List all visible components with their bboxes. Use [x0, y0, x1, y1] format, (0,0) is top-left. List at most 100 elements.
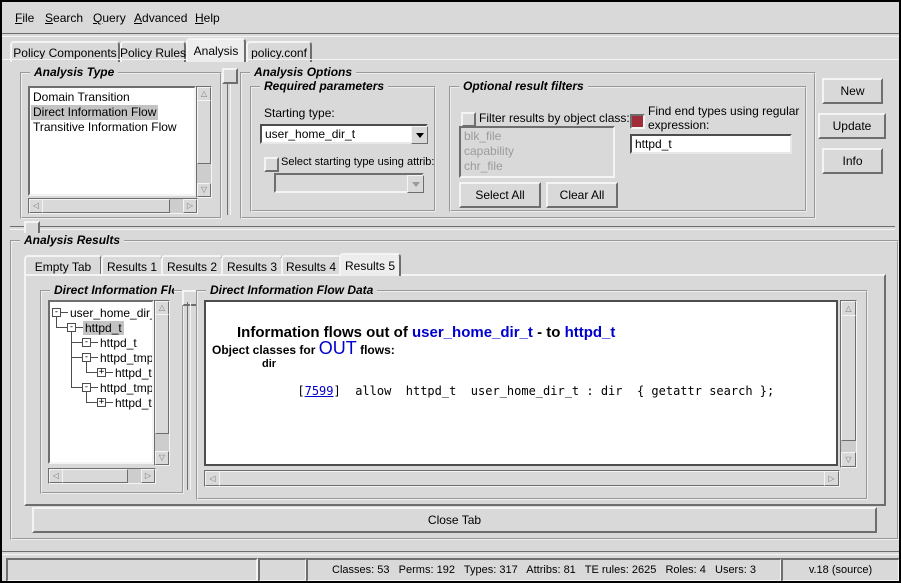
regex-input[interactable]	[630, 134, 792, 154]
tree-connector	[71, 387, 82, 388]
analysis-type-title: Analysis Type	[30, 65, 118, 79]
expander-plus-icon[interactable]: +	[97, 368, 106, 377]
tab-empty[interactable]: Empty Tab	[24, 255, 102, 276]
update-button[interactable]: Update	[818, 113, 886, 139]
scroll-thumb[interactable]	[42, 199, 170, 213]
analysis-options-title: Analysis Options	[250, 65, 356, 79]
analysis-type-vscrollbar[interactable]: △ ▽	[196, 86, 212, 198]
expander-minus-icon[interactable]: -	[82, 383, 91, 392]
policy-stats: Classes: 53 Perms: 192 Types: 317 Attrib…	[332, 564, 756, 576]
object-class-filter-checkbox[interactable]	[461, 112, 476, 127]
attrib-combobox-disabled	[274, 173, 424, 193]
tree-node[interactable]: -user_home_dir_t	[52, 305, 154, 320]
menu-file[interactable]: File	[15, 11, 34, 25]
tree-connector	[71, 342, 82, 343]
scroll-left-icon[interactable]: ◁	[205, 471, 220, 486]
scroll-right-icon[interactable]: ▷	[183, 199, 197, 213]
flow-tree-title: Direct Information Flow T	[50, 283, 174, 297]
scroll-thumb[interactable]	[841, 315, 856, 441]
tree-connector	[56, 327, 67, 328]
tree-connector	[71, 330, 72, 387]
pane-sash-vertical[interactable]	[187, 302, 191, 490]
list-item[interactable]: Domain Transition	[31, 90, 132, 105]
tree-node[interactable]: -httpd_tmp_t	[82, 350, 154, 365]
scroll-down-icon[interactable]: ▽	[841, 452, 856, 467]
expander-minus-icon[interactable]: -	[52, 308, 61, 317]
scroll-thumb[interactable]	[155, 314, 169, 434]
status-version-cell: v.18 (source)	[781, 558, 900, 582]
expander-minus-icon[interactable]: -	[82, 338, 91, 347]
expander-plus-icon[interactable]: +	[97, 398, 106, 407]
flow-tree-vscrollbar[interactable]: △ ▽	[154, 300, 170, 466]
tab-results-2[interactable]: Results 2	[161, 255, 223, 276]
analysis-type-hscrollbar[interactable]: ◁ ▷	[28, 198, 198, 214]
object-class-item: capability	[461, 144, 613, 159]
scroll-down-icon[interactable]: ▽	[155, 451, 169, 465]
menu-search[interactable]: Search	[45, 11, 83, 25]
regex-checkbox[interactable]	[630, 114, 645, 129]
flow-tree[interactable]: -user_home_dir_t -httpd_t -httpd_t -http…	[48, 300, 154, 464]
tab-results-3[interactable]: Results 3	[221, 255, 283, 276]
tree-connector	[86, 372, 97, 373]
scroll-right-icon[interactable]: ▷	[824, 471, 839, 486]
close-tab-button[interactable]: Close Tab	[32, 507, 877, 533]
list-item[interactable]: Transitive Information Flow	[31, 120, 179, 135]
regex-checkbox-label: Find end types using regular expression:	[648, 104, 799, 132]
flow-data-vscrollbar[interactable]: △ ▽	[840, 300, 857, 468]
tree-node[interactable]: +httpd_t	[97, 395, 154, 410]
scroll-left-icon[interactable]: ◁	[29, 199, 43, 213]
tree-node[interactable]: -httpd_t	[82, 335, 139, 350]
starting-type-combobox[interactable]: user_home_dir_t	[260, 124, 428, 144]
flow-data-hscrollbar[interactable]: ◁ ▷	[204, 470, 840, 487]
analysis-results-title: Analysis Results	[20, 233, 124, 247]
tree-node[interactable]: +httpd_t	[97, 365, 154, 380]
object-class-name: dir	[262, 358, 276, 370]
tree-connector	[86, 402, 97, 403]
info-button[interactable]: Info	[822, 148, 883, 174]
tab-results-4[interactable]: Results 4	[281, 255, 341, 276]
new-button[interactable]: New	[822, 78, 883, 104]
scroll-up-icon[interactable]: △	[841, 301, 856, 316]
pane-sash-horizontal[interactable]	[10, 226, 895, 230]
scroll-thumb[interactable]	[219, 471, 825, 486]
tab-analysis[interactable]: Analysis	[186, 38, 246, 62]
expander-minus-icon[interactable]: -	[82, 353, 91, 362]
tab-content-top-edge	[2, 59, 899, 60]
tab-results-5[interactable]: Results 5	[339, 253, 401, 276]
analysis-type-list[interactable]: Domain Transition Direct Information Flo…	[28, 86, 196, 196]
menu-help[interactable]: Help	[195, 11, 220, 25]
tree-node-selected[interactable]: -httpd_t	[67, 320, 124, 335]
object-class-item: chr_file	[461, 159, 613, 174]
starting-type-value: user_home_dir_t	[265, 127, 355, 141]
tree-node[interactable]: -httpd_tmpfs_	[82, 380, 154, 395]
scroll-left-icon[interactable]: ◁	[49, 469, 63, 483]
rule-number-link[interactable]: 7599	[305, 384, 334, 398]
expander-minus-icon[interactable]: -	[67, 323, 76, 332]
menu-bar: File Search Query Advanced Help	[2, 2, 899, 33]
list-item-selected[interactable]: Direct Information Flow	[31, 105, 158, 120]
scroll-right-icon[interactable]: ▷	[141, 469, 155, 483]
object-class-listbox: blk_file capability chr_file	[459, 126, 615, 178]
scroll-thumb[interactable]	[62, 469, 128, 483]
attrib-checkbox[interactable]	[264, 157, 279, 172]
starting-type-dropdown-button[interactable]	[411, 126, 428, 144]
flow-data-textarea[interactable]: Information flows out of user_home_dir_t…	[204, 300, 838, 466]
tab-results-1[interactable]: Results 1	[101, 255, 163, 276]
menu-bar-divider	[2, 33, 899, 37]
pane-sash-handle[interactable]	[222, 68, 238, 84]
pane-sash-vertical[interactable]	[227, 82, 231, 215]
flow-tree-hscrollbar[interactable]: ◁ ▷	[48, 468, 156, 484]
menu-advanced[interactable]: Advanced	[134, 11, 187, 25]
tree-connector	[71, 357, 82, 358]
apol-window: File Search Query Advanced Help Policy C…	[0, 0, 901, 583]
select-all-button[interactable]: Select All	[459, 182, 541, 208]
scroll-down-icon[interactable]: ▽	[197, 183, 211, 197]
scroll-up-icon[interactable]: △	[155, 301, 169, 315]
clear-all-button[interactable]: Clear All	[546, 182, 618, 208]
attrib-checkbox-label: Select starting type using attrib:	[281, 156, 434, 168]
flow-source-type: user_home_dir_t	[412, 324, 533, 341]
scroll-thumb[interactable]	[197, 100, 211, 164]
scroll-up-icon[interactable]: △	[197, 87, 211, 101]
menu-query[interactable]: Query	[93, 11, 126, 25]
optional-result-filters-title: Optional result filters	[459, 79, 588, 93]
